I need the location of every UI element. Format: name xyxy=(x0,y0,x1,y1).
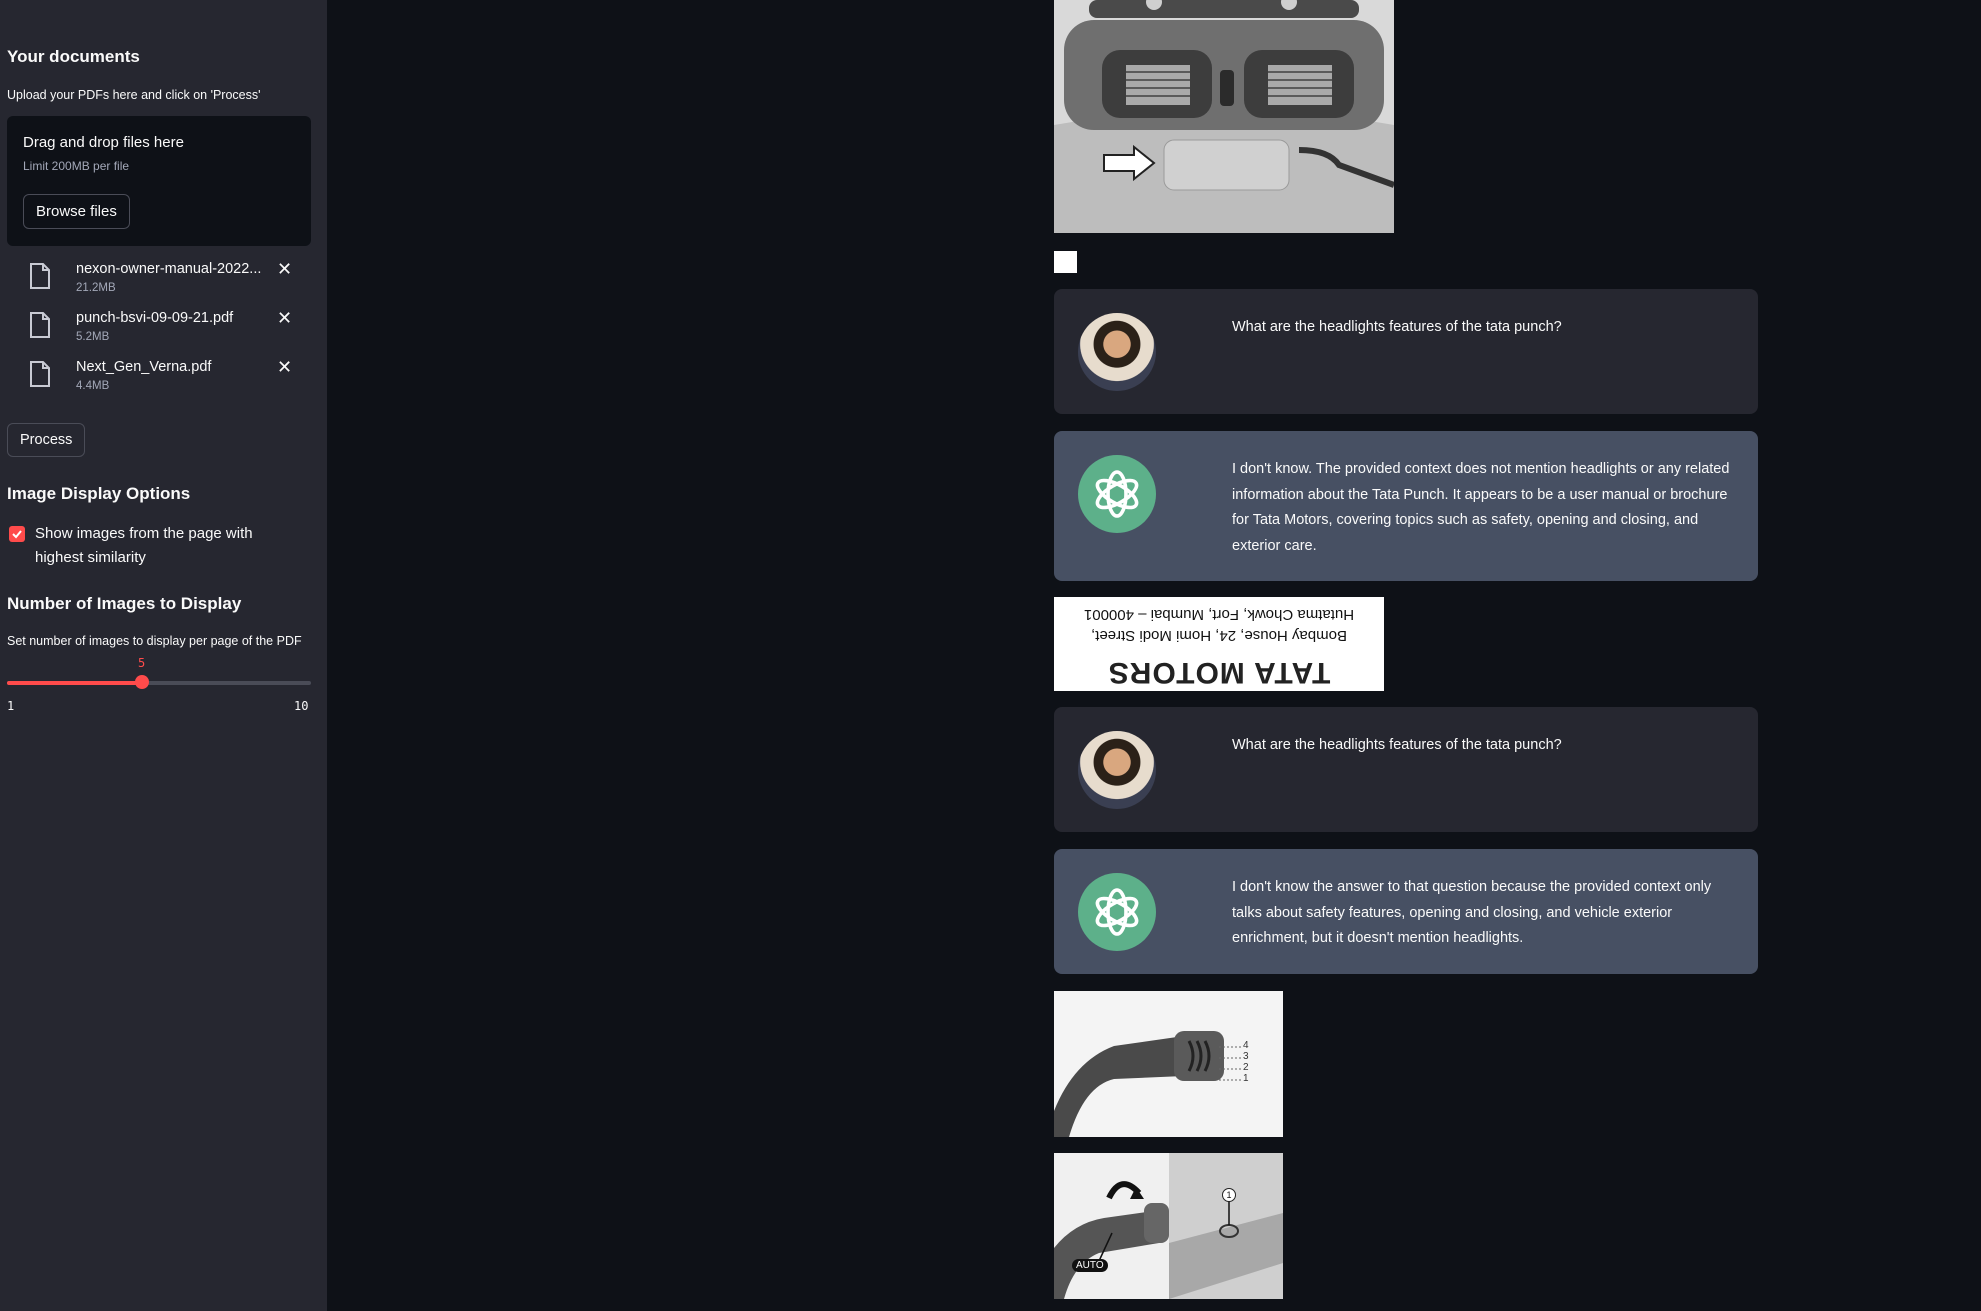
slider-thumb[interactable] xyxy=(134,675,149,689)
message-text: I don't know the answer to that question… xyxy=(1232,879,1712,946)
message-text: What are the headlights features of the … xyxy=(1232,737,1562,753)
address-line-1: Bombay House, 24, Homi Modi Street, xyxy=(1091,627,1347,644)
openai-logo-icon xyxy=(1078,873,1156,951)
image-display-options-heading: Image Display Options xyxy=(7,484,191,503)
slider-value: 5 xyxy=(137,656,146,670)
chat-message-user: What are the headlights features of the … xyxy=(1054,707,1758,832)
stalk-number-1: 1 xyxy=(1243,1073,1249,1084)
message-text: I don't know. The provided context does … xyxy=(1232,461,1730,554)
file-name: punch-bsvi-09-09-21.pdf xyxy=(76,310,234,326)
user-avatar xyxy=(1078,731,1156,809)
number-of-images-heading: Number of Images to Display xyxy=(7,594,242,613)
uploaded-file-item: punch-bsvi-09-09-21.pdf 5.2MB ✕ xyxy=(27,308,297,356)
file-name: nexon-owner-manual-2022... xyxy=(76,261,262,277)
auto-label: AUTO xyxy=(1072,1259,1108,1272)
tata-motors-text: TATA MOTORS xyxy=(1107,656,1331,689)
your-documents-heading: Your documents xyxy=(7,47,140,66)
slider-max: 10 xyxy=(294,699,309,713)
sidebar: Your documents Upload your PDFs here and… xyxy=(0,0,327,1311)
headlight-stalk-image: 4 3 2 1 xyxy=(1054,991,1283,1137)
message-text: What are the headlights features of the … xyxy=(1232,319,1562,335)
show-images-checkbox[interactable] xyxy=(9,526,25,542)
stalk-number-2: 2 xyxy=(1243,1062,1249,1073)
user-avatar xyxy=(1078,313,1156,391)
process-button[interactable]: Process xyxy=(7,423,86,457)
chat-message-assistant: I don't know the answer to that question… xyxy=(1054,849,1758,974)
file-icon xyxy=(30,312,50,338)
stalk-number-4: 4 xyxy=(1243,1040,1249,1051)
small-white-image xyxy=(1054,251,1077,273)
uploaded-file-item: nexon-owner-manual-2022... 21.2MB ✕ xyxy=(27,259,297,307)
file-icon xyxy=(30,361,50,387)
remove-file-close-icon[interactable]: ✕ xyxy=(277,357,292,378)
file-name: Next_Gen_Verna.pdf xyxy=(76,359,212,375)
number-of-images-subtext: Set number of images to display per page… xyxy=(7,634,302,648)
dropzone-title: Drag and drop files here xyxy=(23,134,184,151)
num-images-slider[interactable]: 5 xyxy=(7,656,311,689)
file-size: 5.2MB xyxy=(76,331,110,343)
address-line-2: Hutatma Chowk, Fort, Mumbai – 400001 xyxy=(1083,606,1355,623)
file-icon xyxy=(30,263,50,289)
slider-fill xyxy=(7,681,142,685)
auto-headlight-image: 1 AUTO xyxy=(1054,1153,1283,1299)
uploaded-file-item: Next_Gen_Verna.pdf 4.4MB ✕ xyxy=(27,357,297,405)
file-dropzone[interactable]: Drag and drop files here Limit 200MB per… xyxy=(7,116,311,246)
remove-file-close-icon[interactable]: ✕ xyxy=(277,308,292,329)
browse-files-button[interactable]: Browse files xyxy=(23,194,130,229)
file-size: 21.2MB xyxy=(76,282,116,294)
upload-instructions: Upload your PDFs here and click on 'Proc… xyxy=(7,88,261,102)
file-size: 4.4MB xyxy=(76,380,110,392)
dashboard-vent-image xyxy=(1054,0,1394,233)
chat-message-assistant: I don't know. The provided context does … xyxy=(1054,431,1758,581)
show-images-label: Show images from the page with highest s… xyxy=(35,525,253,566)
remove-file-close-icon[interactable]: ✕ xyxy=(277,259,292,280)
openai-logo-icon xyxy=(1078,455,1156,533)
dropzone-limit: Limit 200MB per file xyxy=(23,159,130,173)
stalk-number-3: 3 xyxy=(1243,1051,1249,1062)
sensor-marker: 1 xyxy=(1222,1188,1236,1202)
chat-message-user: What are the headlights features of the … xyxy=(1054,289,1758,414)
tata-motors-address-image: TATA MOTORS Bombay House, 24, Homi Modi … xyxy=(1054,597,1384,691)
checkmark-icon xyxy=(12,530,22,539)
slider-min: 1 xyxy=(7,699,15,713)
